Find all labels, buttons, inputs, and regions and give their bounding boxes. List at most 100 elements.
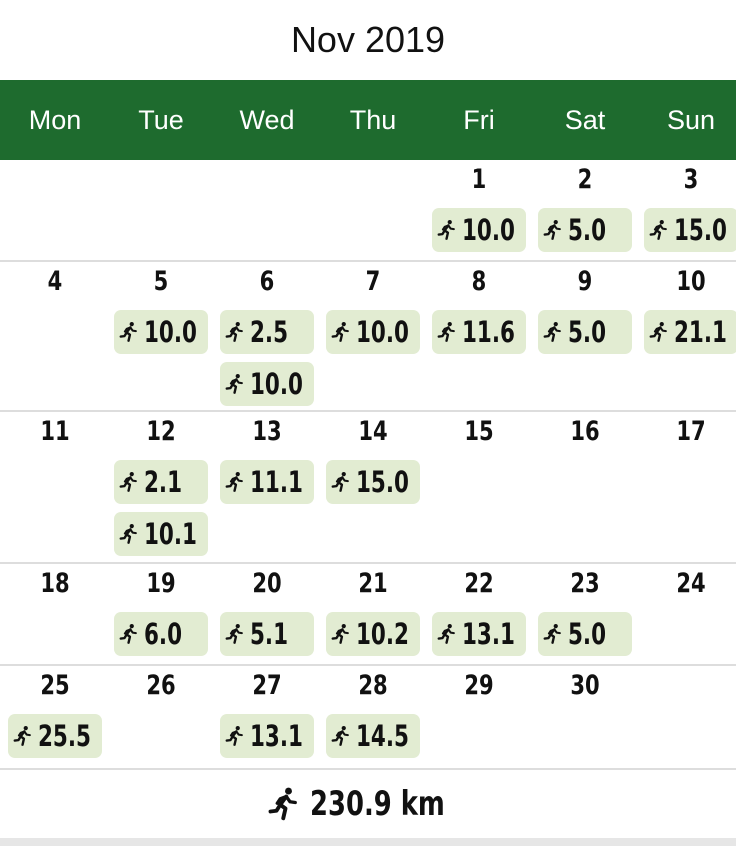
day-number: 12 [146, 416, 176, 447]
run-distance: 13.1 [462, 617, 515, 651]
day-number: 28 [358, 670, 388, 701]
weekday-mon: Mon [28, 104, 82, 135]
bottom-divider [0, 838, 736, 846]
run-distance: 10.0 [462, 213, 515, 247]
run-entry[interactable]: 11.6 [432, 310, 526, 354]
run-distance: 11.6 [462, 315, 515, 349]
run-entry[interactable]: 10.0 [326, 310, 420, 354]
running-person-icon [225, 624, 243, 644]
run-entry[interactable]: 13.1 [220, 714, 314, 758]
run-entry[interactable]: 5.0 [538, 612, 632, 656]
day-number: 25 [40, 670, 70, 701]
day-number: 1 [471, 164, 487, 195]
week-divider [0, 410, 736, 412]
running-person-icon [331, 322, 349, 342]
run-distance: 10.1 [144, 517, 197, 551]
day-number: 13 [252, 416, 282, 447]
weekday-header: Mon Tue Wed Thu Fri Sat Sun [0, 80, 736, 160]
day-number: 5 [153, 266, 169, 297]
run-entry[interactable]: 25.5 [8, 714, 102, 758]
day-number: 8 [471, 266, 487, 297]
run-distance: 11.1 [250, 465, 303, 499]
day-number: 10 [676, 266, 706, 297]
running-person-icon [119, 624, 137, 644]
run-distance: 10.0 [144, 315, 197, 349]
day-number: 27 [252, 670, 282, 701]
run-distance: 6.0 [144, 617, 183, 651]
run-distance: 25.5 [38, 719, 91, 753]
run-distance: 21.1 [674, 315, 727, 349]
run-entry[interactable]: 13.1 [432, 612, 526, 656]
run-entry[interactable]: 10.2 [326, 612, 420, 656]
run-distance: 5.0 [568, 213, 607, 247]
run-distance: 15.0 [674, 213, 727, 247]
day-number: 9 [577, 266, 593, 297]
run-entry[interactable]: 10.1 [114, 512, 208, 556]
day-number: 17 [676, 416, 706, 447]
running-person-icon [331, 726, 349, 746]
day-number: 24 [676, 568, 706, 599]
run-entry[interactable]: 6.0 [114, 612, 208, 656]
run-entry[interactable]: 2.5 [220, 310, 314, 354]
day-number: 30 [570, 670, 600, 701]
week-divider [0, 562, 736, 564]
run-entry[interactable]: 5.0 [538, 208, 632, 252]
day-number: 26 [146, 670, 176, 701]
run-entry[interactable]: 10.0 [432, 208, 526, 252]
day-number: 29 [464, 670, 494, 701]
day-number: 19 [146, 568, 176, 599]
day-number: 20 [252, 568, 282, 599]
run-entry[interactable]: 14.5 [326, 714, 420, 758]
run-entry[interactable]: 15.0 [644, 208, 736, 252]
day-number: 15 [464, 416, 494, 447]
day-number: 21 [358, 568, 388, 599]
run-entry[interactable]: 2.1 [114, 460, 208, 504]
run-distance: 5.1 [250, 617, 289, 651]
day-number: 22 [464, 568, 494, 599]
total-distance: 230.9 km [310, 784, 445, 824]
running-person-icon [268, 787, 297, 821]
week-divider [0, 664, 736, 666]
day-number: 18 [40, 568, 70, 599]
day-number: 7 [365, 266, 381, 297]
run-distance: 10.0 [250, 367, 303, 401]
run-distance: 5.0 [568, 617, 607, 651]
weekday-sat: Sat [564, 104, 606, 135]
run-entry[interactable]: 10.0 [220, 362, 314, 406]
running-person-icon [225, 374, 243, 394]
run-distance: 15.0 [356, 465, 409, 499]
day-number: 2 [577, 164, 593, 195]
weekday-tue: Tue [138, 104, 184, 135]
week-divider [0, 260, 736, 262]
day-number: 23 [570, 568, 600, 599]
running-person-icon [437, 220, 455, 240]
running-person-icon [331, 624, 349, 644]
run-distance: 2.1 [144, 465, 183, 499]
run-entry[interactable]: 11.1 [220, 460, 314, 504]
weekday-sun: Sun [666, 104, 716, 135]
weekday-fri: Fri [463, 104, 495, 135]
day-number: 4 [47, 266, 63, 297]
run-distance: 2.5 [250, 315, 289, 349]
weekday-wed: Wed [239, 104, 295, 135]
run-distance: 14.5 [356, 719, 409, 753]
run-entry[interactable]: 10.0 [114, 310, 208, 354]
run-distance: 13.1 [250, 719, 303, 753]
run-entry[interactable]: 21.1 [644, 310, 736, 354]
run-entry[interactable]: 5.0 [538, 310, 632, 354]
day-number: 14 [358, 416, 388, 447]
running-person-icon [437, 624, 455, 644]
day-number: 6 [259, 266, 275, 297]
run-distance: 10.2 [356, 617, 409, 651]
weekday-thu: Thu [349, 104, 397, 135]
run-entry[interactable]: 15.0 [326, 460, 420, 504]
running-person-icon [119, 524, 137, 544]
running-person-icon [119, 322, 137, 342]
running-person-icon [13, 726, 31, 746]
running-person-icon [649, 220, 667, 240]
run-entry[interactable]: 5.1 [220, 612, 314, 656]
running-person-icon [543, 624, 561, 644]
month-total: 230.9 km [0, 770, 736, 838]
month-title: Nov 2019 [290, 19, 446, 60]
running-person-icon [225, 726, 243, 746]
